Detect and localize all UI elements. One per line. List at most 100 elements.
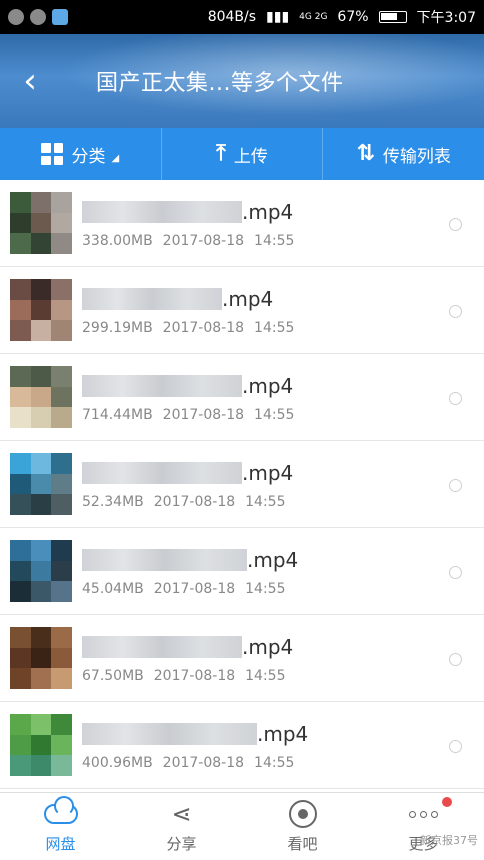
file-info: .mp4 400.96MB 2017-08-18 14:55 bbox=[82, 719, 308, 771]
file-time: 14:55 bbox=[254, 233, 295, 249]
file-extension: .mp4 bbox=[242, 635, 294, 659]
category-label: 分类 bbox=[71, 146, 106, 167]
redacted-filename bbox=[82, 288, 222, 310]
page-title: 国产正太集...等多个文件 bbox=[96, 71, 344, 96]
select-radio-icon[interactable] bbox=[449, 305, 462, 318]
redacted-filename bbox=[82, 723, 257, 745]
file-meta: 400.96MB 2017-08-18 14:55 bbox=[82, 755, 308, 771]
select-radio-icon[interactable] bbox=[449, 218, 462, 231]
redacted-filename bbox=[82, 462, 242, 484]
file-extension: .mp4 bbox=[247, 548, 299, 572]
file-extension: .mp4 bbox=[242, 200, 294, 224]
more-icon bbox=[409, 799, 438, 829]
file-size: 400.96MB bbox=[82, 755, 153, 771]
redacted-filename bbox=[82, 375, 242, 397]
file-size: 67.50MB bbox=[82, 668, 144, 684]
nav-watch[interactable]: 看吧 bbox=[242, 793, 363, 860]
upload-label: 上传 bbox=[233, 146, 268, 167]
file-size: 52.34MB bbox=[82, 494, 144, 510]
nav-more[interactable]: 更多 bbox=[363, 793, 484, 860]
transfer-list-button[interactable]: ⇅ 传输列表 bbox=[323, 128, 484, 180]
file-extension: .mp4 bbox=[222, 287, 274, 311]
status-right-icons: 804B/s ▮▮▮ 4G 2G 67% 下午3:07 bbox=[208, 7, 476, 27]
file-date: 2017-08-18 bbox=[162, 320, 245, 336]
list-item[interactable]: .mp4 714.44MB 2017-08-18 14:55 bbox=[0, 354, 484, 441]
category-button[interactable]: 分类 ◢ bbox=[0, 128, 162, 180]
select-radio-icon[interactable] bbox=[449, 653, 462, 666]
network-speed: 804B/s bbox=[207, 9, 257, 25]
file-name: .mp4 bbox=[82, 632, 293, 662]
file-info: .mp4 52.34MB 2017-08-18 14:55 bbox=[82, 458, 293, 510]
file-info: .mp4 45.04MB 2017-08-18 14:55 bbox=[82, 545, 298, 597]
file-info: .mp4 714.44MB 2017-08-18 14:55 bbox=[82, 371, 294, 423]
list-item[interactable]: .mp4 299.19MB 2017-08-18 14:55 bbox=[0, 267, 484, 354]
file-date: 2017-08-18 bbox=[153, 668, 236, 684]
nav-share[interactable]: ⋖ 分享 bbox=[121, 793, 242, 860]
file-name: .mp4 bbox=[82, 284, 294, 314]
file-meta: 45.04MB 2017-08-18 14:55 bbox=[82, 581, 298, 597]
nav-label: 看吧 bbox=[287, 835, 318, 853]
file-extension: .mp4 bbox=[242, 461, 294, 485]
media-notification-icon bbox=[30, 9, 46, 25]
video-thumbnail bbox=[10, 714, 72, 776]
list-item[interactable]: .mp4 45.04MB 2017-08-18 14:55 bbox=[0, 528, 484, 615]
app-notification-icon bbox=[8, 9, 24, 25]
redacted-filename bbox=[82, 636, 242, 658]
battery-percent: 67% bbox=[337, 9, 369, 25]
chevron-left-icon[interactable]: ‹ bbox=[0, 34, 60, 128]
file-meta: 299.19MB 2017-08-18 14:55 bbox=[82, 320, 294, 336]
file-size: 45.04MB bbox=[82, 581, 144, 597]
cloud-notification-icon bbox=[52, 9, 68, 25]
file-time: 14:55 bbox=[245, 494, 286, 510]
select-radio-icon[interactable] bbox=[449, 566, 462, 579]
file-extension: .mp4 bbox=[242, 374, 294, 398]
file-info: .mp4 299.19MB 2017-08-18 14:55 bbox=[82, 284, 294, 336]
video-thumbnail bbox=[10, 279, 72, 341]
video-thumbnail bbox=[10, 192, 72, 254]
file-time: 14:55 bbox=[245, 581, 286, 597]
video-thumbnail bbox=[10, 627, 72, 689]
file-size: 338.00MB bbox=[82, 233, 153, 249]
list-item[interactable]: .mp4 400.96MB 2017-08-18 14:55 bbox=[0, 702, 484, 789]
upload-button[interactable]: ⤒ 上传 bbox=[162, 128, 324, 180]
clock: 下午3:07 bbox=[416, 10, 476, 26]
select-radio-icon[interactable] bbox=[449, 392, 462, 405]
signal-icon: ▮▮▮ bbox=[266, 9, 290, 25]
status-left-icons bbox=[8, 9, 68, 25]
file-name: .mp4 bbox=[82, 545, 298, 575]
redacted-filename bbox=[82, 549, 247, 571]
eye-icon bbox=[288, 799, 317, 829]
redacted-filename bbox=[82, 201, 242, 223]
file-date: 2017-08-18 bbox=[153, 581, 236, 597]
file-meta: 714.44MB 2017-08-18 14:55 bbox=[82, 407, 294, 423]
file-list: .mp4 338.00MB 2017-08-18 14:55 .mp4 299.19MB 2… bbox=[0, 180, 484, 792]
file-size: 299.19MB bbox=[82, 320, 153, 336]
file-date: 2017-08-18 bbox=[162, 233, 245, 249]
file-time: 14:55 bbox=[254, 407, 295, 423]
grid-icon bbox=[41, 143, 64, 165]
list-item[interactable]: .mp4 67.50MB 2017-08-18 14:55 bbox=[0, 615, 484, 702]
upload-icon: ⤒ bbox=[216, 141, 226, 166]
bottom-nav: 网盘 ⋖ 分享 看吧 更多 新京报37号 bbox=[0, 792, 484, 860]
transfer-icon: ⇅ bbox=[356, 141, 375, 166]
header: ‹ 国产正太集...等多个文件 bbox=[0, 34, 484, 128]
video-thumbnail bbox=[10, 540, 72, 602]
select-radio-icon[interactable] bbox=[449, 740, 462, 753]
select-radio-icon[interactable] bbox=[449, 479, 462, 492]
file-meta: 52.34MB 2017-08-18 14:55 bbox=[82, 494, 293, 510]
watermark: 新京报37号 bbox=[420, 834, 478, 847]
list-item[interactable]: .mp4 338.00MB 2017-08-18 14:55 bbox=[0, 180, 484, 267]
file-date: 2017-08-18 bbox=[153, 494, 236, 510]
file-name: .mp4 bbox=[82, 197, 294, 227]
file-meta: 67.50MB 2017-08-18 14:55 bbox=[82, 668, 293, 684]
nav-netdisk[interactable]: 网盘 bbox=[0, 793, 121, 860]
video-thumbnail bbox=[10, 453, 72, 515]
file-time: 14:55 bbox=[254, 755, 295, 771]
file-extension: .mp4 bbox=[257, 722, 309, 746]
file-name: .mp4 bbox=[82, 458, 293, 488]
file-name: .mp4 bbox=[82, 719, 308, 749]
file-info: .mp4 338.00MB 2017-08-18 14:55 bbox=[82, 197, 294, 249]
battery-icon bbox=[378, 11, 407, 23]
list-item[interactable]: .mp4 52.34MB 2017-08-18 14:55 bbox=[0, 441, 484, 528]
share-icon: ⋖ bbox=[171, 800, 192, 828]
